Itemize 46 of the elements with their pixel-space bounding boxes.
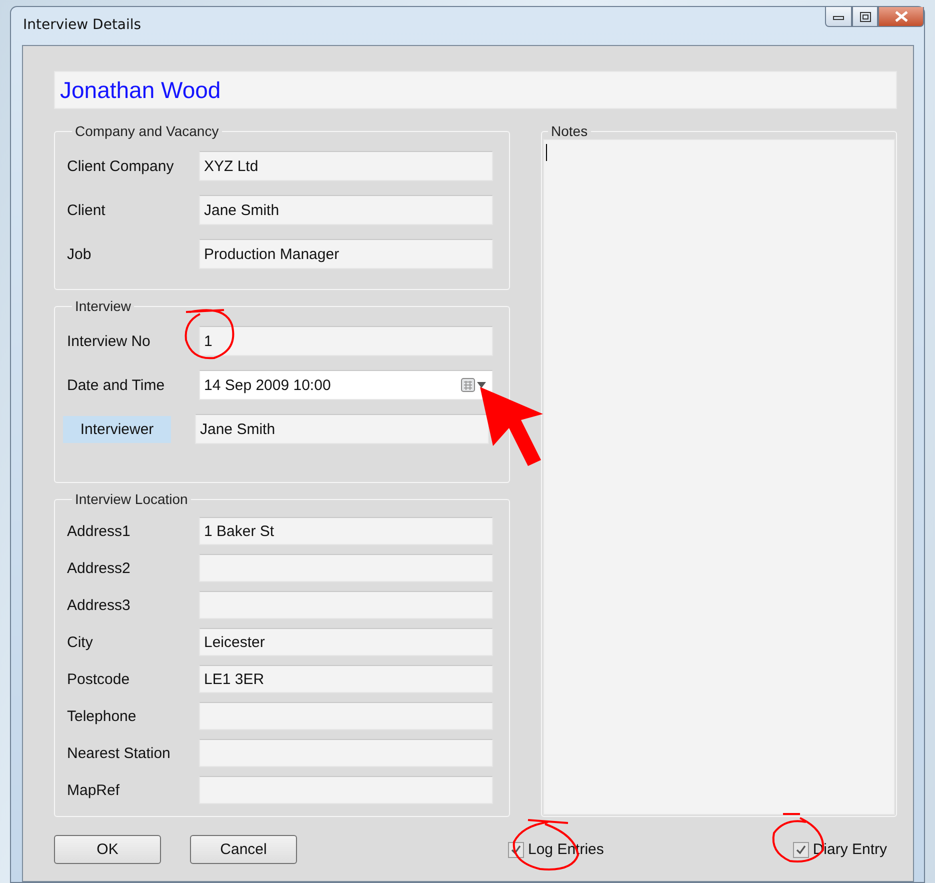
field-label: Postcode	[67, 670, 131, 688]
input-field[interactable]	[199, 739, 493, 767]
group-title: Company and Vacancy	[74, 123, 220, 139]
field-label: Nearest Station	[67, 744, 172, 762]
input-field[interactable]: 1	[199, 326, 493, 356]
window-title: Interview Details	[23, 17, 142, 33]
field-label: Address2	[67, 560, 132, 576]
input-field[interactable]: Jane Smith	[199, 195, 493, 225]
minimize-button[interactable]	[825, 7, 852, 27]
name-field[interactable]: Jonathan Wood	[54, 71, 897, 109]
field-label: Telephone	[67, 708, 138, 724]
close-icon	[894, 11, 908, 22]
check-icon	[796, 844, 806, 854]
caret-icon[interactable]	[477, 382, 486, 388]
field-label: Address1	[67, 522, 132, 540]
field-label: Address3	[67, 596, 132, 614]
field-label: Interview No	[67, 332, 152, 350]
field-label: MapRef	[67, 782, 121, 798]
dialog-button[interactable]: Cancel	[190, 835, 297, 864]
input-field[interactable]: Jane Smith	[195, 414, 489, 444]
group-title: Notes	[550, 123, 589, 139]
text-cursor	[546, 144, 547, 161]
group-title: Interview	[74, 298, 132, 314]
input-field[interactable]: LE1 3ER	[199, 665, 493, 693]
minimize-icon	[833, 14, 844, 20]
input-field[interactable]	[199, 554, 493, 582]
field-label: City	[67, 634, 94, 650]
input-field[interactable]	[199, 591, 493, 619]
field-label: Date and Time	[67, 376, 166, 394]
field-label: Client	[67, 202, 106, 218]
maximize-button[interactable]	[852, 7, 878, 27]
date-time-picker[interactable]: 14 Sep 2009 10:00	[199, 370, 493, 400]
maximize-icon	[860, 12, 870, 22]
input-field[interactable]: 1 Baker St	[199, 517, 493, 545]
field-label: Interviewer	[63, 416, 171, 442]
field-label: Client Company	[67, 158, 175, 174]
input-field[interactable]: Production Manager	[199, 239, 493, 269]
field-label: Job	[67, 246, 92, 262]
input-field[interactable]: XYZ Ltd	[199, 151, 493, 181]
input-field[interactable]	[199, 702, 493, 730]
input-field[interactable]: Leicester	[199, 628, 493, 656]
input-field[interactable]	[199, 776, 493, 804]
dialog-button[interactable]: OK	[54, 835, 161, 864]
close-button[interactable]	[878, 7, 924, 27]
group-title: Interview Location	[74, 491, 189, 507]
check-icon	[511, 844, 521, 854]
